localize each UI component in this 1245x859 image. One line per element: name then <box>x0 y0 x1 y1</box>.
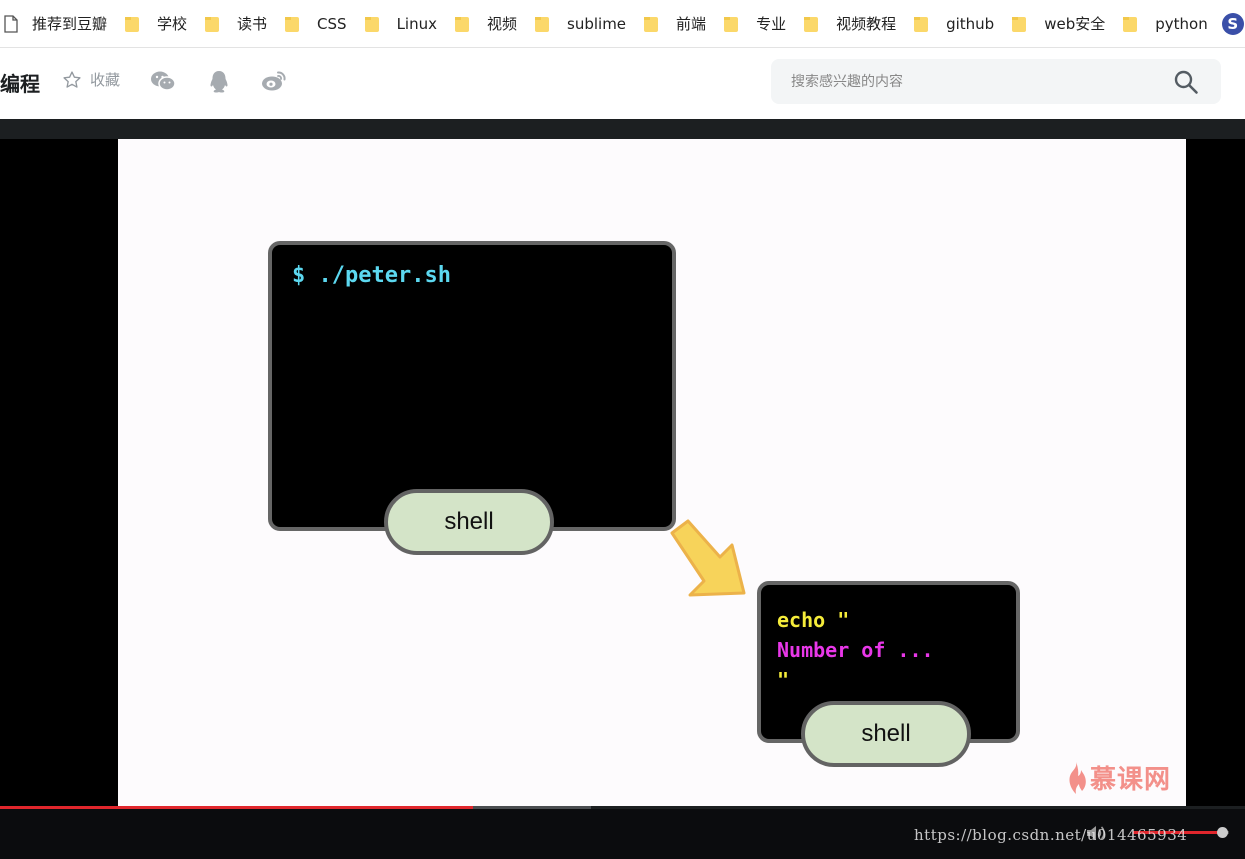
folder-icon <box>914 16 929 32</box>
player-top-bar <box>0 119 1245 139</box>
folder-icon <box>535 16 550 32</box>
volume-knob[interactable] <box>1217 827 1229 838</box>
bookmark-folder[interactable]: Linux <box>364 0 437 48</box>
course-title: 编程 <box>0 72 40 96</box>
terminal-command: $ ./peter.sh <box>292 263 451 288</box>
imooc-logo: 慕课网 <box>1064 759 1171 796</box>
favorite-label: 收藏 <box>90 71 121 89</box>
bookmark-folder[interactable]: 视频教程 <box>804 0 896 48</box>
bookmarks-bar: 推荐到豆瓣 学校 读书 CSS Linux 视频 sublime 前端 专业 视… <box>0 0 1245 48</box>
progress-played <box>0 806 474 809</box>
wechat-icon[interactable] <box>150 70 176 92</box>
folder-icon <box>205 16 220 32</box>
folder-icon <box>455 16 469 32</box>
folder-icon <box>364 16 379 32</box>
bookmark-folder[interactable]: github <box>914 0 994 48</box>
search-box <box>771 59 1221 104</box>
folder-icon <box>724 16 739 32</box>
folder-icon <box>285 16 300 32</box>
terminal-code: echo " Number of ... " <box>777 605 934 695</box>
bookmark-folder[interactable]: 专业 <box>724 0 786 48</box>
video-player[interactable]: $ ./peter.sh shell echo " Number of ... … <box>0 119 1245 859</box>
code-line-2: Number of ... <box>777 638 934 662</box>
qq-icon[interactable] <box>208 70 230 94</box>
search-input[interactable] <box>791 59 1161 104</box>
favorite-button[interactable]: 收藏 <box>62 69 120 90</box>
video-frame: $ ./peter.sh shell echo " Number of ... … <box>118 139 1186 806</box>
logo-text: 慕课网 <box>1090 765 1172 795</box>
flame-icon <box>1069 760 1086 794</box>
bookmark-folder[interactable]: 读书 <box>205 0 267 48</box>
star-icon <box>63 70 81 88</box>
folder-icon <box>804 16 819 32</box>
site-header: 编程 收藏 <box>0 48 1245 119</box>
terminal-window-1: $ ./peter.sh <box>268 241 676 531</box>
watermark: https://blog.csdn.net/u014465934 <box>914 826 1188 844</box>
bookmark-folder[interactable]: web安全 <box>1012 0 1105 48</box>
progress-bar[interactable] <box>0 806 1245 809</box>
bookmark-folder[interactable]: 前端 <box>644 0 706 48</box>
search-icon[interactable] <box>1173 69 1199 95</box>
bookmark-folder[interactable]: 视频 <box>455 0 517 48</box>
bookmark-folder[interactable]: 学校 <box>125 0 187 48</box>
shell-label-1: shell <box>384 489 554 555</box>
bookmark-folder[interactable]: sublime <box>535 0 626 48</box>
folder-icon <box>644 16 659 32</box>
bookmark-folder[interactable]: python <box>1123 0 1208 48</box>
folder-icon <box>1012 16 1027 32</box>
bookmark-folder[interactable]: CSS <box>285 0 347 48</box>
bookmark-item[interactable]: 推荐到豆瓣 <box>32 0 107 48</box>
arrow-icon <box>670 519 746 597</box>
player-controls: https://blog.csdn.net/u014465934 <box>0 806 1245 859</box>
code-line-3: " <box>777 668 790 692</box>
folder-icon <box>125 16 140 32</box>
code-line-1: echo " <box>777 608 850 632</box>
shell-label-2: shell <box>801 701 971 767</box>
sogou-icon[interactable]: S <box>1221 12 1244 35</box>
page-icon <box>4 14 18 33</box>
folder-icon <box>1123 16 1138 32</box>
weibo-icon[interactable] <box>261 70 287 92</box>
